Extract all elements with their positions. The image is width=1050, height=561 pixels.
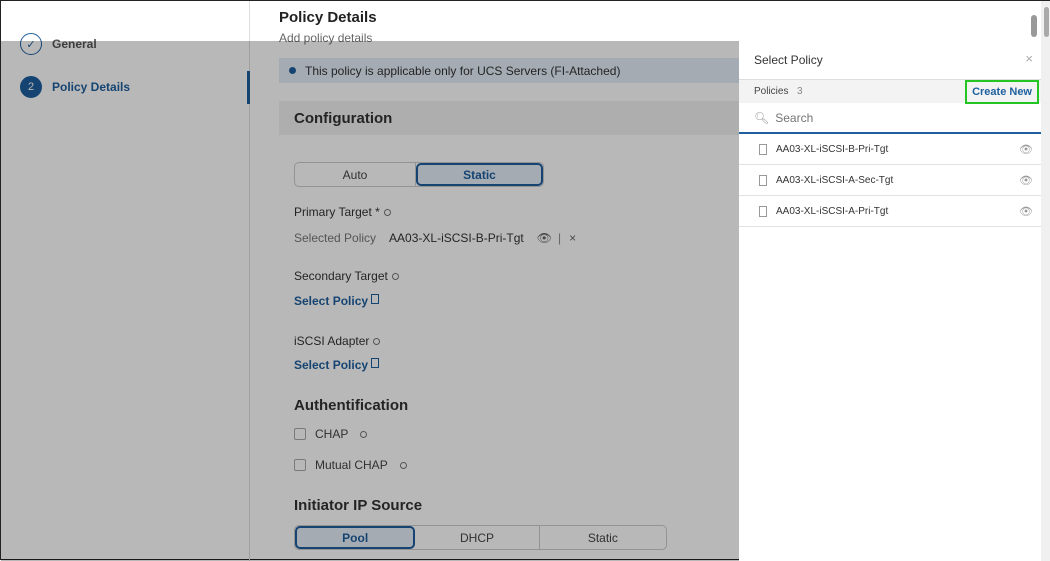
search-field: 🔍︎	[739, 103, 1041, 134]
search-icon: 🔍︎	[754, 110, 770, 125]
document-icon	[759, 205, 767, 217]
policy-list-item[interactable]: AA03-XL-iSCSI-A-Pri-Tgt 👁	[739, 196, 1041, 227]
eye-icon[interactable]: 👁	[1019, 205, 1033, 218]
policy-list-item[interactable]: AA03-XL-iSCSI-A-Sec-Tgt 👁	[739, 165, 1041, 196]
close-icon[interactable]: ×	[1025, 51, 1033, 66]
document-icon	[759, 174, 767, 186]
scrollbar[interactable]	[1041, 1, 1050, 561]
policies-count: 3	[797, 86, 803, 97]
page-scrollbar-thumb[interactable]	[1044, 7, 1049, 37]
policies-header: Policies 3 Create New	[739, 79, 1041, 104]
panel-title: Select Policy	[754, 53, 823, 67]
page-title: Policy Details	[279, 9, 377, 26]
document-icon	[759, 143, 767, 155]
policy-list-item[interactable]: AA03-XL-iSCSI-B-Pri-Tgt 👁	[739, 134, 1041, 165]
select-policy-panel: Select Policy × Policies 3 Create New 🔍︎…	[739, 41, 1041, 561]
create-new-button[interactable]: Create New	[965, 80, 1039, 104]
search-input[interactable]	[775, 110, 1016, 125]
scrollbar-thumb[interactable]	[1031, 15, 1037, 37]
modal-backdrop[interactable]	[1, 41, 739, 561]
eye-icon[interactable]: 👁	[1019, 174, 1033, 187]
eye-icon[interactable]: 👁	[1019, 143, 1033, 156]
